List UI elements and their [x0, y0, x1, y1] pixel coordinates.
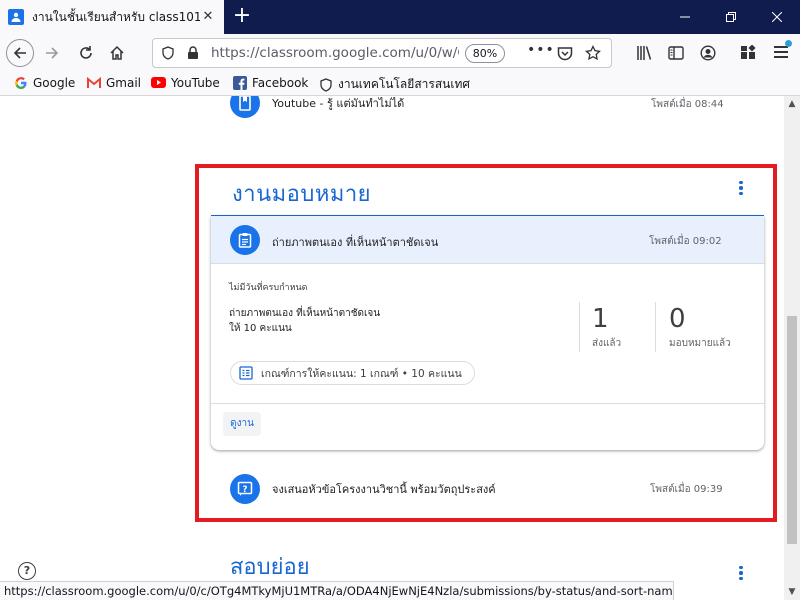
bookmark-label: Google	[33, 75, 76, 90]
next-section-title: สอบย่อย	[230, 555, 310, 580]
bookmark-label: Facebook	[252, 75, 309, 90]
facebook-icon	[232, 75, 247, 90]
home-icon	[110, 45, 124, 60]
help-icon[interactable]: ?	[18, 562, 36, 580]
scrollbar-thumb[interactable]	[787, 316, 797, 544]
bookmark-gmail[interactable]: Gmail	[86, 75, 141, 90]
section-title: งานมอบหมาย	[232, 182, 372, 207]
url-bar[interactable]: https://classroom.google.com/u/0/w/OT 80…	[152, 38, 612, 68]
navigation-toolbar: https://classroom.google.com/u/0/w/OT 80…	[0, 34, 800, 72]
back-button[interactable]	[6, 39, 34, 67]
bookmark-google[interactable]: Google	[13, 75, 75, 90]
gmail-icon	[86, 75, 101, 90]
browser-tab-active[interactable]: งานในชั้นเรียนสำหรับ class101 10 ✕	[0, 0, 224, 34]
question-icon: ?	[230, 474, 260, 504]
bookmark-facebook[interactable]: Facebook	[232, 75, 308, 90]
restore-button[interactable]	[708, 0, 754, 34]
rubric-icon	[239, 366, 253, 380]
stream-item-title: Youtube - รู้ แต่มันทำไม่ได้	[272, 97, 405, 110]
tab-title: งานในชั้นเรียนสำหรับ class101 10	[32, 9, 200, 24]
bookmark-star-icon[interactable]	[585, 45, 601, 61]
arrow-right-icon	[46, 47, 59, 59]
page-actions-menu-icon[interactable]: •••	[527, 42, 555, 58]
rubric-text: เกณฑ์การให้คะแนน: 1 เกณฑ์ • 10 คะแนน	[261, 367, 462, 380]
scroll-up-icon[interactable]: ▲	[784, 96, 800, 112]
assigned-count: 0	[669, 304, 686, 334]
turned-in-label: ส่งแล้ว	[592, 338, 622, 349]
bookmark-label: Gmail	[106, 75, 142, 90]
new-tab-button[interactable]: +	[230, 4, 254, 30]
hamburger-menu-icon[interactable]	[774, 40, 792, 58]
assignment-title: ถ่ายภาพตนเอง ที่เห็นหน้าตาชัดเจน	[272, 236, 439, 249]
assignment-icon	[230, 225, 260, 255]
stat-divider	[579, 302, 580, 352]
lock-icon[interactable]	[187, 46, 199, 60]
library-icon[interactable]	[636, 45, 653, 61]
due-date-text: ไม่มีวันที่ครบกำหนด	[229, 283, 308, 293]
material-icon	[230, 96, 260, 118]
arrow-left-icon	[13, 47, 26, 59]
card-divider	[211, 403, 764, 404]
bookmark-it-work[interactable]: งานเทคโนโลยีสารสนเทศ	[318, 75, 470, 94]
next-section-more-options-icon[interactable]	[734, 563, 748, 583]
home-button[interactable]	[103, 39, 131, 67]
zoom-level-button[interactable]: 80%	[465, 44, 505, 63]
rubric-chip[interactable]: เกณฑ์การให้คะแนน: 1 เกณฑ์ • 10 คะแนน	[230, 361, 475, 385]
minimize-button[interactable]	[662, 0, 708, 34]
question-title: จงเสนอหัวข้อโครงงานวิชานี้ พร้อมวัตถุประ…	[272, 483, 496, 496]
youtube-icon	[151, 75, 166, 90]
view-assignment-button[interactable]: ดูงาน	[223, 412, 261, 436]
bookmark-label: งานเทคโนโลยีสารสนเทศ	[338, 77, 470, 91]
assigned-label: มอบหมายแล้ว	[669, 338, 731, 349]
reload-button[interactable]	[72, 39, 100, 67]
tab-close-icon[interactable]: ✕	[200, 9, 216, 25]
assignment-time: โพสต์เมื่อ 09:02	[649, 236, 722, 247]
shield-icon	[318, 77, 333, 92]
assignment-description: ถ่ายภาพตนเอง ที่เห็นหน้าตาชัดเจน	[229, 308, 381, 319]
tracking-shield-icon[interactable]	[161, 46, 175, 60]
link-status-bar: https://classroom.google.com/u/0/c/OTg4M…	[0, 581, 674, 600]
tab-bar: งานในชั้นเรียนสำหรับ class101 10 ✕ +	[0, 0, 800, 34]
assignment-header[interactable]: ถ่ายภาพตนเอง ที่เห็นหน้าตาชัดเจน โพสต์เม…	[211, 216, 764, 264]
bookmarks-toolbar: Google Gmail YouTube Facebook งานเทคโนโล…	[0, 72, 800, 96]
google-icon	[13, 75, 28, 90]
account-icon[interactable]	[700, 45, 716, 61]
stream-item-question[interactable]: ? จงเสนอหัวข้อโครงงานวิชานี้ พร้อมวัตถุป…	[230, 474, 496, 504]
stream-item-youtube[interactable]: Youtube - รู้ แต่มันทำไม่ได้	[230, 96, 404, 118]
classroom-favicon-icon	[8, 9, 24, 25]
assignment-card: ถ่ายภาพตนเอง ที่เห็นหน้าตาชัดเจน โพสต์เม…	[211, 216, 764, 450]
close-window-button[interactable]	[754, 0, 800, 34]
sidebar-icon[interactable]	[668, 45, 684, 61]
classroom-stream: Youtube - รู้ แต่มันทำไม่ได้ โพสต์เมื่อ …	[0, 96, 784, 600]
forward-button[interactable]	[38, 39, 66, 67]
reload-icon	[80, 46, 92, 59]
page-scrollbar[interactable]: ▲ ▼	[784, 96, 800, 600]
stream-item-time: โพสต์เมื่อ 08:44	[651, 99, 724, 110]
scroll-down-icon[interactable]: ▼	[784, 584, 800, 600]
section-more-options-icon[interactable]	[734, 178, 748, 198]
question-time: โพสต์เมื่อ 09:39	[650, 484, 723, 495]
svg-text:?: ?	[242, 485, 247, 495]
turned-in-count: 1	[592, 304, 609, 334]
stat-divider	[655, 302, 656, 352]
url-text[interactable]: https://classroom.google.com/u/0/w/OT	[211, 45, 459, 61]
bookmark-youtube[interactable]: YouTube	[151, 75, 220, 90]
bookmark-label: YouTube	[171, 75, 220, 90]
extensions-icon[interactable]	[740, 45, 756, 61]
assignment-points: ให้ 10 คะแนน	[229, 323, 292, 334]
pocket-icon[interactable]	[557, 46, 573, 61]
